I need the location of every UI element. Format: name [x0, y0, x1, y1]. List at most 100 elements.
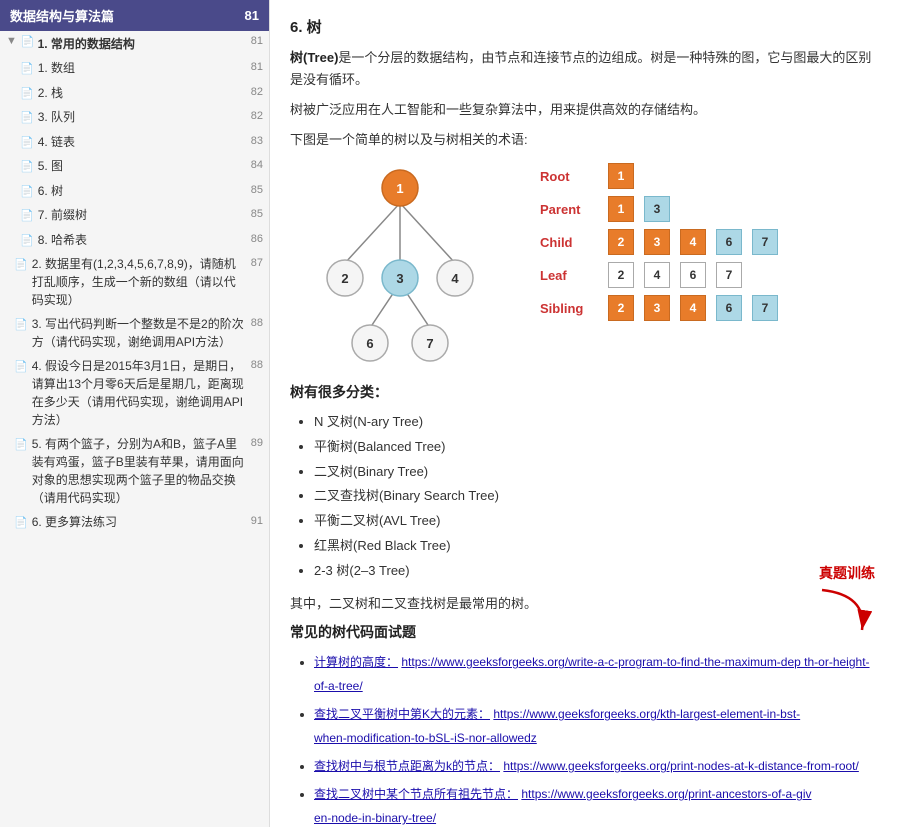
sidebar-item-stack-label: 2. 栈 [38, 84, 247, 102]
svg-text:3: 3 [396, 271, 403, 286]
sidebar-item-array[interactable]: 📄 1. 数组 81 [0, 56, 269, 81]
sidebar-item-trie-page: 85 [251, 206, 263, 223]
sidebar-header: 数据结构与算法篇 81 [0, 0, 269, 31]
legend-leaf-node-6: 6 [680, 262, 706, 288]
sidebar-item-stack[interactable]: 📄 2. 栈 82 [0, 81, 269, 106]
doc-icon-p2: 📄 [14, 257, 28, 274]
sidebar-problem-4-page: 88 [251, 357, 263, 374]
legend-leaf-node-4: 4 [644, 262, 670, 288]
legend-leaf-node-2: 2 [608, 262, 634, 288]
sidebar-problem-2[interactable]: 📄 2. 数据里有(1,2,3,4,5,6,7,8,9)，请随机打乱顺序，生成一… [0, 252, 269, 312]
doc-icon-array: 📄 [20, 61, 34, 78]
legend-parent-node-3: 3 [644, 196, 670, 222]
svg-text:4: 4 [451, 271, 459, 286]
link-label-2[interactable]: 查找二叉平衡树中第K大的元素： [314, 707, 490, 721]
sidebar-problem-3-label: 3. 写出代码判断一个整数是不是2的阶次方（请代码实现，谢绝调用API方法） [32, 315, 247, 351]
doc-icon-queue: 📄 [20, 110, 34, 127]
sidebar-title: 数据结构与算法篇 [10, 6, 114, 25]
intro-text-3: 下图是一个简单的树以及与树相关的术语: [290, 129, 877, 151]
sidebar-item-trie-label: 7. 前缀树 [38, 206, 247, 224]
section-title: 6. 树 [290, 16, 877, 37]
zhenti-arrow-svg [817, 585, 877, 635]
sidebar-item-linkedlist[interactable]: 📄 4. 链表 83 [0, 130, 269, 155]
type-binary: 二叉树(Binary Tree) [314, 460, 877, 485]
doc-icon-tree: 📄 [20, 184, 34, 201]
sidebar-header-page: 81 [245, 8, 259, 23]
legend-parent-node-1: 1 [608, 196, 634, 222]
legend-root-label: Root [540, 169, 600, 184]
tree-diagram-area: 1 2 3 4 6 7 Root [290, 163, 877, 366]
legend-child-label: Child [540, 235, 600, 250]
legend-child: Child 2 3 4 6 7 [540, 229, 780, 255]
sidebar-section-1[interactable]: ▼ 📄 1. 常用的数据结构 81 [0, 31, 269, 56]
sidebar-item-hashmap-label: 8. 哈希表 [38, 231, 247, 249]
main-content: 6. 树 树(Tree)是一个分层的数据结构，由节点和连接节点的边组成。树是一种… [270, 0, 897, 827]
sidebar-section-1-icon: 📄 [21, 35, 35, 48]
link-item-1: 计算树的高度： https://www.geeksforgeeks.org/wr… [314, 650, 877, 698]
link-item-3: 查找树中与根节点距离为k的节点： https://www.geeksforgee… [314, 754, 877, 778]
legend-leaf: Leaf 2 4 6 7 [540, 262, 780, 288]
sidebar-item-array-label: 1. 数组 [38, 59, 247, 77]
doc-icon-p6: 📄 [14, 515, 28, 532]
link-url-1[interactable]: https://www.geeksforgeeks.org/write-a-c-… [314, 655, 870, 693]
sidebar-item-tree-label: 6. 树 [38, 182, 247, 200]
common-title: 常见的树代码面试题 [290, 622, 877, 642]
sidebar: 数据结构与算法篇 81 ▼ 📄 1. 常用的数据结构 81 📄 1. 数组 81… [0, 0, 270, 827]
svg-text:1: 1 [396, 181, 403, 196]
legend-sibling-node-7: 7 [752, 295, 778, 321]
doc-icon-linkedlist: 📄 [20, 135, 34, 152]
links-list: 计算树的高度： https://www.geeksforgeeks.org/wr… [290, 650, 877, 827]
sidebar-item-graph[interactable]: 📄 5. 图 84 [0, 154, 269, 179]
legend-sibling-node-3: 3 [644, 295, 670, 321]
sidebar-problem-4[interactable]: 📄 4. 假设今日是2015年3月1日，是期日，请算出13个月零6天后是星期几，… [0, 354, 269, 432]
types-list: N 叉树(N-ary Tree) 平衡树(Balanced Tree) 二叉树(… [290, 410, 877, 583]
doc-icon-p4: 📄 [14, 359, 28, 376]
sidebar-item-queue-page: 82 [251, 108, 263, 125]
sidebar-item-trie[interactable]: 📄 7. 前缀树 85 [0, 203, 269, 228]
link-item-2: 查找二叉平衡树中第K大的元素： https://www.geeksforgeek… [314, 702, 877, 750]
sidebar-problem-4-label: 4. 假设今日是2015年3月1日，是期日，请算出13个月零6天后是星期几，距离… [32, 357, 247, 429]
zhenti-label: 真题训练 [819, 565, 875, 581]
legend-sibling: Sibling 2 3 4 6 7 [540, 295, 780, 321]
sidebar-item-hashmap-page: 86 [251, 231, 263, 248]
sidebar-problem-2-page: 87 [251, 255, 263, 272]
legend-child-node-7: 7 [752, 229, 778, 255]
sidebar-problem-6-page: 91 [251, 513, 263, 530]
link-url-3[interactable]: https://www.geeksforgeeks.org/print-node… [503, 759, 858, 773]
sidebar-problem-6-label: 6. 更多算法练习 [32, 513, 247, 531]
tree-legend: Root 1 Parent 1 3 Child 2 3 4 6 7 Leaf 2 [540, 163, 780, 328]
legend-child-node-3: 3 [644, 229, 670, 255]
sidebar-item-tree[interactable]: 📄 6. 树 85 [0, 179, 269, 204]
sidebar-problem-5-label: 5. 有两个篮子，分别为A和B，篮子A里装有鸡蛋，篮子B里装有苹果，请用面向对象… [32, 435, 247, 507]
legend-root: Root 1 [540, 163, 780, 189]
sidebar-problem-6[interactable]: 📄 6. 更多算法练习 91 [0, 510, 269, 535]
sidebar-problem-5[interactable]: 📄 5. 有两个篮子，分别为A和B，篮子A里装有鸡蛋，篮子B里装有苹果，请用面向… [0, 432, 269, 510]
tree-svg-container: 1 2 3 4 6 7 [290, 163, 510, 366]
legend-sibling-node-6: 6 [716, 295, 742, 321]
types-section: 树有很多分类： N 叉树(N-ary Tree) 平衡树(Balanced Tr… [290, 382, 877, 583]
sidebar-problem-5-page: 89 [251, 435, 263, 452]
link-label-4[interactable]: 查找二叉树中某个节点所有祖先节点： [314, 787, 518, 801]
svg-text:2: 2 [341, 271, 348, 286]
legend-parent: Parent 1 3 [540, 196, 780, 222]
link-label-3[interactable]: 查找树中与根节点距离为k的节点： [314, 759, 500, 773]
sidebar-problem-3-page: 88 [251, 315, 263, 332]
sidebar-item-hashmap[interactable]: 📄 8. 哈希表 86 [0, 228, 269, 253]
sidebar-item-linkedlist-label: 4. 链表 [38, 133, 247, 151]
sidebar-item-queue[interactable]: 📄 3. 队列 82 [0, 105, 269, 130]
type-avl: 平衡二叉树(AVL Tree) [314, 509, 877, 534]
zhenti-area: 真题训练 [817, 563, 877, 635]
link-label-1[interactable]: 计算树的高度： [314, 655, 398, 669]
legend-child-node-6: 6 [716, 229, 742, 255]
doc-icon-graph: 📄 [20, 159, 34, 176]
sidebar-item-graph-label: 5. 图 [38, 157, 247, 175]
type-23: 2-3 树(2–3 Tree) [314, 559, 877, 584]
link-item-4: 查找二叉树中某个节点所有祖先节点： https://www.geeksforge… [314, 782, 877, 827]
sidebar-problem-3[interactable]: 📄 3. 写出代码判断一个整数是不是2的阶次方（请代码实现，谢绝调用API方法）… [0, 312, 269, 354]
sidebar-item-tree-page: 85 [251, 182, 263, 199]
legend-parent-label: Parent [540, 202, 600, 217]
legend-leaf-label: Leaf [540, 268, 600, 283]
type-bst: 二叉查找树(Binary Search Tree) [314, 484, 877, 509]
doc-icon-trie: 📄 [20, 208, 34, 225]
legend-sibling-node-4: 4 [680, 295, 706, 321]
